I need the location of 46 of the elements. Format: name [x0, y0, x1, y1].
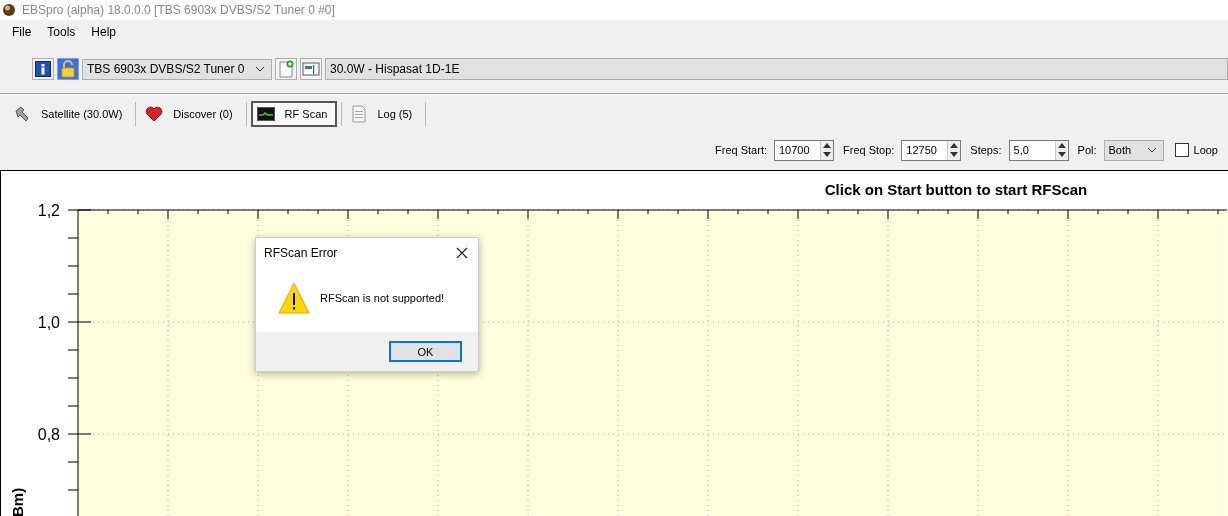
field-label: Steps:	[970, 144, 1002, 156]
axis-tick-label: 0,8	[37, 426, 60, 443]
tuner-dropdown[interactable]: TBS 6903x DVBS/S2 Tuner 0	[82, 58, 272, 80]
close-icon[interactable]	[456, 247, 468, 259]
spin-field[interactable]: 5,0	[1008, 139, 1069, 161]
axis-tick-label: 1,2	[37, 202, 60, 219]
field-label: Freq Start:	[715, 144, 767, 156]
ok-button[interactable]: OK	[389, 341, 462, 362]
window-button[interactable]	[300, 58, 322, 80]
window-title: EBSpro (alpha) 18.0.0.0 [TBS 6903x DVBS/S2 Tuner 0 #0]	[22, 3, 335, 17]
tab[interactable]: Log (5)	[346, 101, 422, 127]
dialog-title: RFScan Error	[264, 246, 338, 260]
tab[interactable]: Discover (0)	[140, 101, 242, 127]
document-icon	[351, 105, 368, 123]
heart-icon	[145, 106, 164, 122]
up-arrow-icon[interactable]	[950, 142, 959, 148]
checkbox-label: Loop	[1193, 144, 1218, 156]
tab[interactable]: RF Scan	[250, 101, 338, 127]
new-document-button[interactable]	[275, 58, 297, 80]
monitor-icon	[256, 107, 275, 121]
axis-tick-label: 1,0	[37, 314, 60, 331]
app-icon	[2, 3, 16, 17]
field-label: Pol:	[1077, 144, 1097, 156]
warning-icon	[278, 282, 310, 314]
spin-field[interactable]: 10700	[774, 139, 834, 161]
satellite-field[interactable]: 30.0W - Hispasat 1D-1E	[325, 58, 1228, 80]
menu-item[interactable]: Tools	[39, 24, 84, 39]
wrench-icon	[13, 105, 31, 123]
menu-item[interactable]: File	[4, 24, 40, 39]
spin-field[interactable]: 12750	[901, 139, 962, 161]
pol-dropdown[interactable]: Both	[1103, 139, 1164, 161]
up-arrow-icon[interactable]	[1057, 142, 1066, 148]
chart-title: Click on Start button to start RFScan	[824, 181, 1088, 198]
down-arrow-icon[interactable]	[1057, 152, 1066, 158]
down-arrow-icon[interactable]	[950, 152, 959, 158]
caret-icon	[255, 66, 265, 72]
up-arrow-icon[interactable]	[823, 142, 831, 148]
field-label: Freq Stop:	[843, 144, 895, 156]
menu-item[interactable]: Help	[83, 24, 125, 39]
dialog-message: RFScan is not supported!	[320, 292, 445, 304]
tab[interactable]: Satellite (30.0W)	[8, 101, 132, 127]
axis-label: Bm)	[9, 487, 26, 516]
loop-checkbox[interactable]	[1174, 143, 1189, 157]
down-arrow-icon[interactable]	[823, 152, 831, 158]
info-button[interactable]	[32, 58, 54, 80]
caret-icon	[1146, 147, 1157, 153]
